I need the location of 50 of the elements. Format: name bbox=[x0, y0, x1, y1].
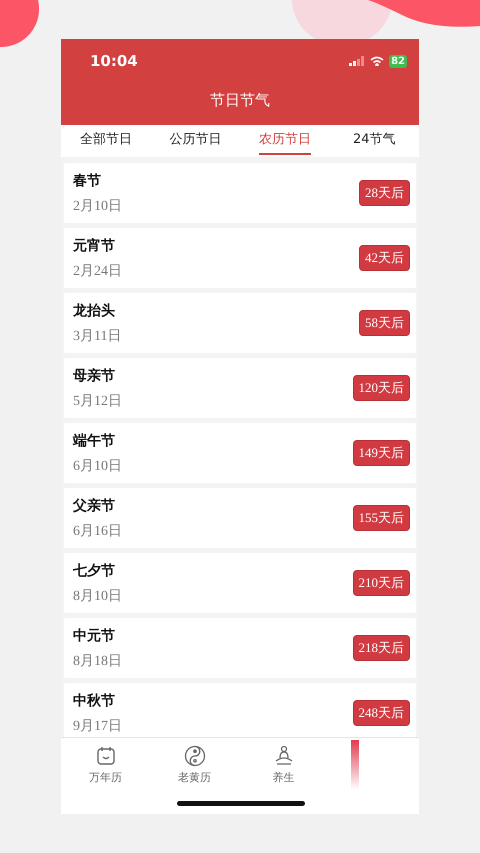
countdown-badge: 149天后 bbox=[352, 440, 410, 466]
festival-card[interactable]: 七夕节 8月10日 210天后 bbox=[64, 553, 416, 613]
nav-tab[interactable]: 养生 bbox=[239, 738, 328, 785]
festival-name: 父亲节 bbox=[73, 496, 116, 514]
countdown-badge: 210天后 bbox=[352, 570, 410, 596]
wifi-icon bbox=[370, 56, 384, 66]
countdown-badge: 120天后 bbox=[352, 375, 410, 401]
festival-card[interactable]: 元宵节 2月24日 42天后 bbox=[64, 228, 416, 288]
festival-date: 8月18日 bbox=[73, 652, 122, 670]
festival-card[interactable]: 中元节 8月18日 218天后 bbox=[64, 618, 416, 678]
page-title: 节日节气 bbox=[209, 91, 271, 110]
nav-tab[interactable]: 万年历 bbox=[61, 738, 150, 785]
signal-icon bbox=[349, 56, 366, 66]
festival-card[interactable]: 春节 2月10日 28天后 bbox=[64, 163, 416, 223]
category-tab[interactable]: 全部节日 bbox=[61, 125, 150, 157]
category-tab[interactable]: 24节气 bbox=[330, 125, 419, 157]
festival-date: 8月10日 bbox=[73, 588, 122, 604]
festival-name: 端午节 bbox=[73, 432, 116, 450]
festival-date: 9月17日 bbox=[73, 718, 122, 734]
yin-yang-icon bbox=[184, 745, 206, 767]
festival-date: 3月11日 bbox=[73, 328, 122, 344]
festival-name: 七夕节 bbox=[73, 562, 116, 580]
festival-name: 中元节 bbox=[73, 626, 116, 644]
festival-card[interactable]: 父亲节 6月16日 155天后 bbox=[64, 488, 416, 548]
countdown-badge: 28天后 bbox=[359, 180, 410, 206]
festival-date: 2月10日 bbox=[73, 198, 122, 214]
festival-name: 母亲节 bbox=[73, 366, 116, 384]
festival-date: 5月12日 bbox=[73, 392, 122, 410]
festival-name: 春节 bbox=[73, 172, 102, 190]
nav-tab[interactable]: 老黄历 bbox=[150, 738, 239, 785]
countdown-badge: 58天后 bbox=[359, 310, 410, 336]
festival-card[interactable]: 中秋节 9月17日 248天后 bbox=[64, 683, 416, 737]
festival-date: 6月16日 bbox=[73, 522, 122, 540]
countdown-badge: 155天后 bbox=[352, 505, 410, 531]
festival-name: 中秋节 bbox=[73, 692, 116, 710]
festival-name: 元宵节 bbox=[73, 236, 116, 254]
festival-card[interactable]: 龙抬头 3月11日 58天后 bbox=[64, 293, 416, 353]
battery-level: 82 bbox=[389, 54, 407, 68]
countdown-badge: 218天后 bbox=[352, 635, 410, 661]
festival-date: 6月10日 bbox=[73, 458, 122, 474]
countdown-badge: 42天后 bbox=[359, 245, 410, 271]
countdown-badge: 248天后 bbox=[352, 700, 410, 726]
festival-date: 2月24日 bbox=[73, 262, 122, 280]
festival-card[interactable]: 母亲节 5月12日 120天后 bbox=[64, 358, 416, 418]
category-tab[interactable]: 公历节日 bbox=[150, 125, 240, 157]
festival-card[interactable]: 端午节 6月10日 149天后 bbox=[64, 423, 416, 483]
category-tab[interactable]: 农历节日 bbox=[240, 125, 330, 157]
festival-name: 龙抬头 bbox=[73, 302, 116, 320]
calendar-icon bbox=[94, 745, 116, 767]
status-time: 10:04 bbox=[90, 52, 138, 70]
